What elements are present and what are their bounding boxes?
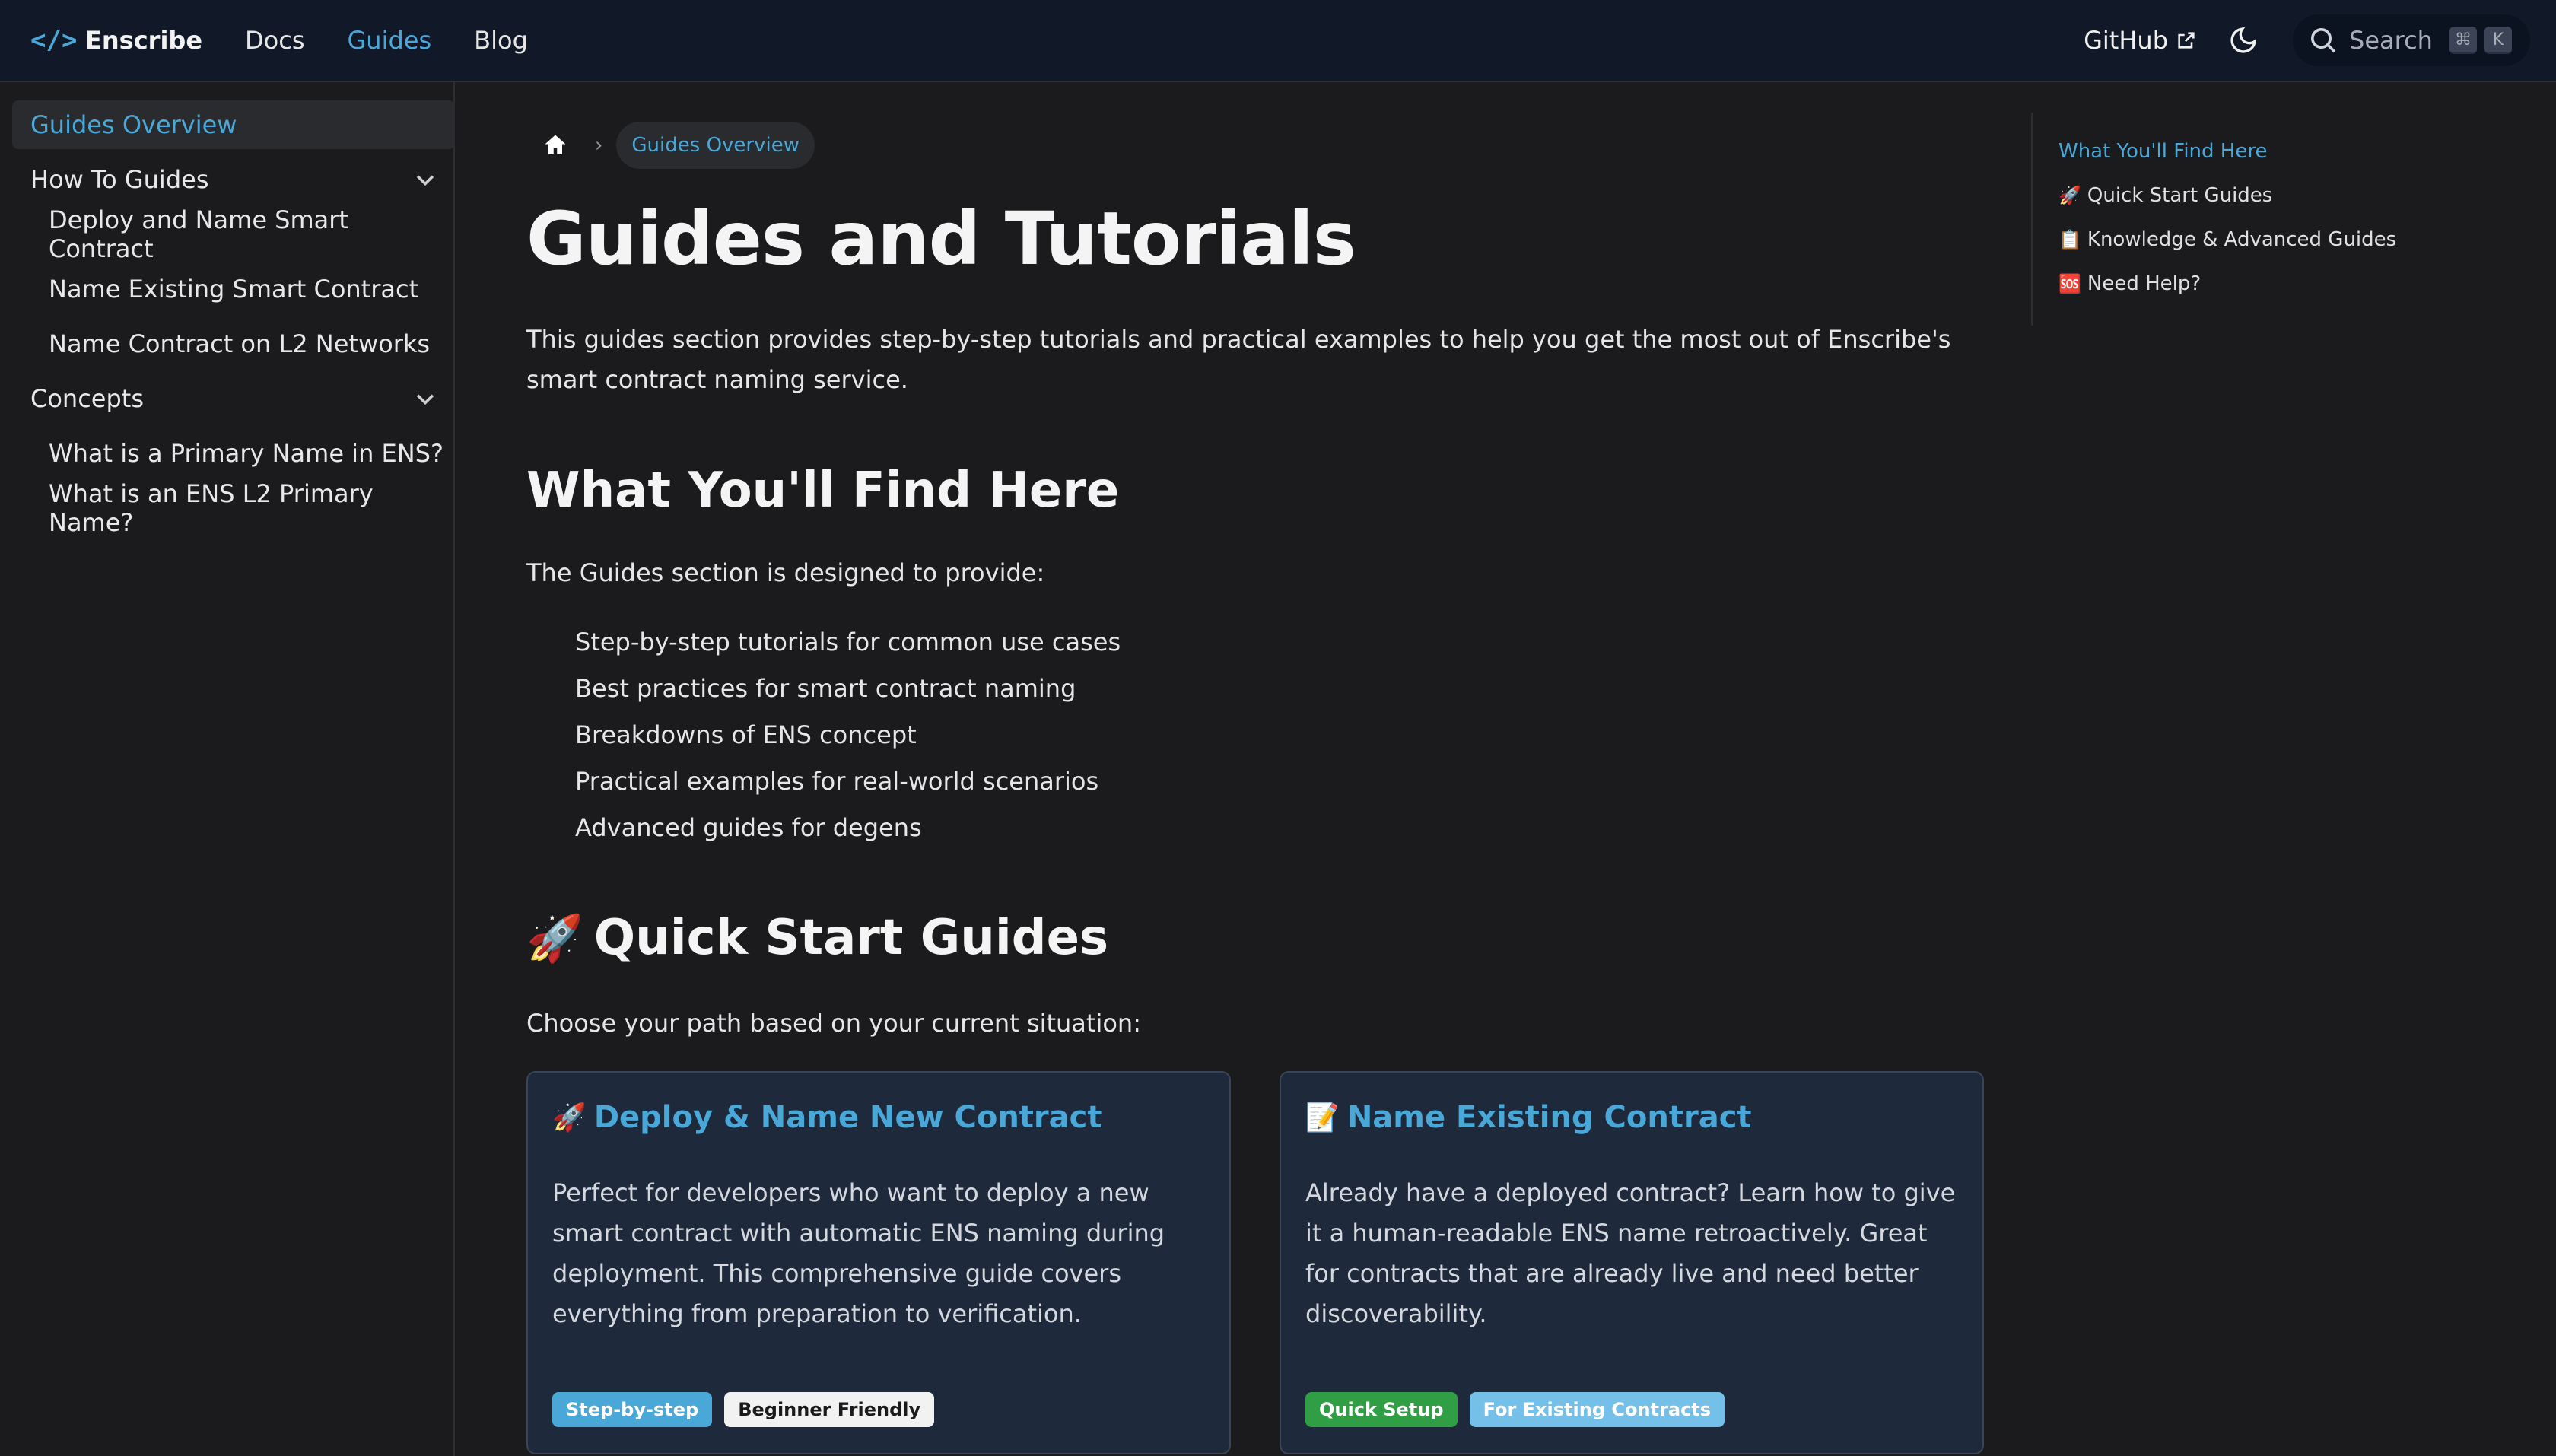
list-item: Step-by-step tutorials for common use ca… bbox=[575, 628, 1121, 656]
sidebar-item-label: Guides Overview bbox=[30, 110, 237, 139]
list-item: Practical examples for real-world scenar… bbox=[575, 767, 1099, 796]
card-description: Already have a deployed contract? Learn … bbox=[1305, 1178, 1956, 1328]
tag-beginner-friendly: Beginner Friendly bbox=[724, 1392, 935, 1427]
page: </> Enscribe Docs Guides Blog GitHub Sea… bbox=[0, 0, 2556, 1456]
nav-link-docs[interactable]: Docs bbox=[245, 26, 304, 55]
heading-text: Quick Start Guides bbox=[593, 910, 1109, 966]
card-name-existing-contract[interactable]: 📝 Name Existing Contract Already have a … bbox=[1280, 1071, 1984, 1454]
top-navbar: </> Enscribe Docs Guides Blog GitHub Sea… bbox=[0, 0, 2556, 82]
card-title-text: Deploy & Name New Contract bbox=[593, 1100, 1102, 1135]
toc-item-need-help[interactable]: 🆘 Need Help? bbox=[2058, 272, 2201, 295]
sidebar-category-concepts[interactable]: Concepts bbox=[12, 374, 455, 423]
sidebar-category-how-to-guides[interactable]: How To Guides bbox=[12, 155, 455, 204]
moon-icon bbox=[2230, 27, 2257, 53]
toc-item-knowledge-advanced[interactable]: 📋 Knowledge & Advanced Guides bbox=[2058, 228, 2396, 251]
chevron-down-icon[interactable] bbox=[412, 386, 438, 412]
chevron-down-icon[interactable] bbox=[412, 167, 438, 192]
card-title-text: Name Existing Contract bbox=[1346, 1100, 1752, 1135]
sidebar-item-name-l2[interactable]: Name Contract on L2 Networks bbox=[12, 319, 455, 368]
toc-item-label: Knowledge & Advanced Guides bbox=[2087, 228, 2397, 251]
tag-step-by-step: Step-by-step bbox=[552, 1392, 713, 1427]
card-deploy-new-contract[interactable]: 🚀 Deploy & Name New Contract Perfect for… bbox=[526, 1071, 1231, 1454]
sidebar-item-label: What is an ENS L2 Primary Name? bbox=[49, 479, 374, 537]
home-icon[interactable] bbox=[542, 132, 569, 159]
sidebar-item-guides-overview[interactable]: Guides Overview bbox=[12, 100, 455, 149]
external-link-icon bbox=[2178, 32, 2195, 49]
card-title-link[interactable]: 📝 Name Existing Contract bbox=[1305, 1100, 1752, 1135]
breadcrumb-current: Guides Overview bbox=[616, 122, 815, 169]
toc-item-what-youll-find[interactable]: What You'll Find Here bbox=[2058, 140, 2267, 163]
sidebar-item-name-existing[interactable]: Name Existing Smart Contract bbox=[12, 265, 455, 313]
toc-item-quick-start[interactable]: 🚀 Quick Start Guides bbox=[2058, 184, 2272, 207]
sidebar-item-l2-primary-name[interactable]: What is an ENS L2 Primary Name? bbox=[12, 479, 455, 537]
tag-quick-setup: Quick Setup bbox=[1305, 1392, 1458, 1427]
toc-item-label: What You'll Find Here bbox=[2058, 140, 2268, 163]
memo-icon: 📝 bbox=[1305, 1102, 1340, 1133]
card-tags: Quick Setup For Existing Contracts bbox=[1305, 1392, 1725, 1427]
feature-list: Step-by-step tutorials for common use ca… bbox=[575, 619, 1121, 851]
card-title-link[interactable]: 🚀 Deploy & Name New Contract bbox=[552, 1100, 1102, 1135]
tag-for-existing-contracts: For Existing Contracts bbox=[1469, 1392, 1725, 1427]
designed-paragraph: The Guides section is designed to provid… bbox=[526, 558, 1045, 587]
brand-title: Enscribe bbox=[85, 26, 203, 55]
heading-what-youll-find: What You'll Find Here bbox=[526, 463, 1120, 519]
list-item: Best practices for smart contract naming bbox=[575, 674, 1076, 703]
kbd-cmd: ⌘ bbox=[2449, 27, 2477, 54]
card-description: Perfect for developers who want to deplo… bbox=[552, 1178, 1165, 1328]
sidebar-item-label: Name Contract on L2 Networks bbox=[49, 329, 431, 358]
search-icon bbox=[2311, 28, 2336, 53]
toc-item-label: Quick Start Guides bbox=[2087, 184, 2273, 207]
kbd-k: K bbox=[2484, 27, 2512, 54]
rocket-icon: 🚀 bbox=[552, 1102, 587, 1133]
sidebar-item-deploy-and-name[interactable]: Deploy and Name Smart Contract bbox=[12, 205, 455, 263]
theme-toggle-button[interactable] bbox=[2224, 21, 2262, 59]
code-brackets-icon: </> bbox=[30, 25, 78, 56]
sidebar-item-primary-name[interactable]: What is a Primary Name in ENS? bbox=[12, 429, 455, 478]
github-link[interactable]: GitHub bbox=[2084, 26, 2197, 55]
list-item: Breakdowns of ENS concept bbox=[575, 720, 917, 749]
sidebar-item-label: Name Existing Smart Contract bbox=[49, 275, 419, 304]
rocket-icon: 🚀 bbox=[2058, 185, 2081, 206]
page-title: Guides and Tutorials bbox=[526, 196, 1356, 281]
sidebar-item-label: Concepts bbox=[30, 384, 145, 413]
intro-paragraph: This guides section provides step-by-ste… bbox=[526, 325, 1951, 394]
nav-link-guides[interactable]: Guides bbox=[348, 26, 432, 55]
rocket-icon: 🚀 bbox=[526, 911, 583, 965]
clipboard-icon: 📋 bbox=[2058, 229, 2081, 250]
card-tags: Step-by-step Beginner Friendly bbox=[552, 1392, 935, 1427]
nav-link-blog[interactable]: Blog bbox=[474, 26, 528, 55]
search-shortcut: ⌘ K bbox=[2449, 27, 2512, 54]
sidebar-item-label: What is a Primary Name in ENS? bbox=[49, 439, 443, 468]
search-button[interactable]: Search ⌘ K bbox=[2293, 14, 2530, 66]
brand-link[interactable]: </> Enscribe bbox=[30, 25, 203, 56]
breadcrumb: › Guides Overview bbox=[526, 122, 815, 169]
sidebar-item-label: Deploy and Name Smart Contract bbox=[49, 205, 348, 263]
heading-quick-start: 🚀 Quick Start Guides bbox=[526, 910, 1108, 966]
toc-item-label: Need Help? bbox=[2087, 272, 2202, 295]
sidebar: Guides Overview How To Guides Deploy and… bbox=[0, 82, 455, 1456]
table-of-contents: What You'll Find Here 🚀 Quick Start Guid… bbox=[2031, 113, 2428, 326]
sidebar-item-label: How To Guides bbox=[30, 165, 209, 194]
choose-paragraph: Choose your path based on your current s… bbox=[526, 1009, 1141, 1038]
sos-icon: 🆘 bbox=[2058, 273, 2081, 294]
breadcrumb-separator: › bbox=[595, 134, 603, 157]
search-placeholder: Search bbox=[2349, 26, 2433, 55]
list-item: Advanced guides for degens bbox=[575, 813, 922, 842]
github-label: GitHub bbox=[2084, 26, 2168, 55]
